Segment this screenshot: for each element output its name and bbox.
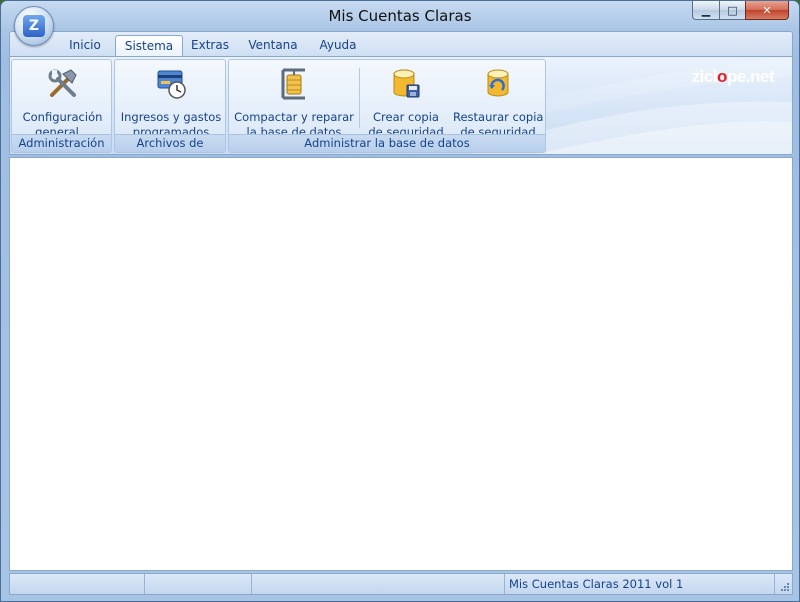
group-label-administracion: Administración (12, 134, 111, 152)
crear-copia-seguridad-button[interactable]: Crear copia de seguridad (367, 66, 445, 140)
mdi-client-area[interactable] (9, 157, 793, 571)
close-button[interactable]: ✕ (745, 1, 789, 20)
ribbon-separator (359, 68, 360, 128)
group-label-archivos-de-sistema: Archivos de sistema (115, 134, 225, 154)
compactar-reparar-button[interactable]: Compactar y reparar la base de datos (233, 66, 355, 140)
tools-icon (48, 69, 77, 97)
close-icon: ✕ (762, 3, 772, 17)
group-label-administrar-base-datos: Administrar la base de datos (229, 134, 545, 152)
title-bar[interactable]: Mis Cuentas Claras ▁ □ ✕ (1, 1, 799, 31)
status-cell-1 (10, 574, 145, 594)
ingresos-gastos-programados-button[interactable]: Ingresos y gastos programados (119, 66, 223, 140)
minimize-button[interactable]: ▁ (692, 1, 719, 20)
maximize-icon: □ (727, 3, 738, 17)
logo-text-end: pe.net (726, 67, 775, 86)
restaurar-copia-label-1: Restaurar copia (453, 110, 544, 124)
minimize-icon: ▁ (701, 3, 711, 17)
application-menu-button[interactable]: Z (14, 6, 54, 46)
configuracion-general-button[interactable]: Configuración general... (16, 66, 109, 140)
app-logo-icon: Z (23, 15, 45, 37)
status-bar: Mis Cuentas Claras 2011 vol 1 (9, 573, 793, 595)
group-archivos-de-sistema: Ingresos y gastos programados Archivos d… (114, 59, 226, 154)
ingresos-gastos-label-1: Ingresos y gastos (120, 110, 222, 124)
tab-sistema[interactable]: Sistema (115, 35, 183, 57)
database-save-icon (393, 69, 420, 98)
window-title: Mis Cuentas Claras (328, 7, 472, 25)
scheduled-card-clock-icon (157, 70, 186, 99)
window-controls: ▁ □ ✕ (692, 1, 789, 21)
compactar-reparar-label-1: Compactar y reparar (234, 110, 354, 124)
configuracion-general-label-1: Configuración (22, 110, 103, 124)
compress-clamp-icon (281, 68, 305, 100)
status-cell-3 (252, 574, 505, 594)
logo-text-accent: o (717, 67, 727, 86)
tab-ventana[interactable]: Ventana (242, 35, 304, 56)
tab-extras[interactable]: Extras (186, 35, 234, 56)
ribbon-panel: Configuración general... Administración … (10, 56, 792, 154)
ribbon-tabs: Inicio Sistema Extras Ventana Ayuda (10, 32, 792, 57)
logo-text-start: zicl (691, 67, 718, 86)
group-administracion: Configuración general... Administración (11, 59, 112, 153)
database-restore-icon (487, 69, 509, 97)
logo-wordmark: ziclope.net (691, 67, 775, 87)
maximize-button[interactable]: □ (719, 1, 745, 20)
restaurar-copia-seguridad-button[interactable]: Restaurar copia de seguridad (453, 66, 543, 140)
tab-inicio[interactable]: Inicio (60, 35, 110, 56)
group-administrar-base-datos: Compactar y reparar la base de datos Cre… (228, 59, 546, 153)
tab-ayuda[interactable]: Ayuda (312, 35, 364, 56)
status-cell-2 (145, 574, 252, 594)
crear-copia-label-1: Crear copia (373, 110, 439, 124)
status-version-text: Mis Cuentas Claras 2011 vol 1 (505, 574, 775, 594)
app-window: Mis Cuentas Claras ▁ □ ✕ Z Inicio Sistem… (0, 0, 800, 602)
ziclope-logo: ziclope.net ingeniería informática (691, 67, 775, 91)
resize-grip-icon[interactable] (780, 582, 790, 592)
ribbon: Inicio Sistema Extras Ventana Ayuda Conf… (9, 31, 793, 155)
